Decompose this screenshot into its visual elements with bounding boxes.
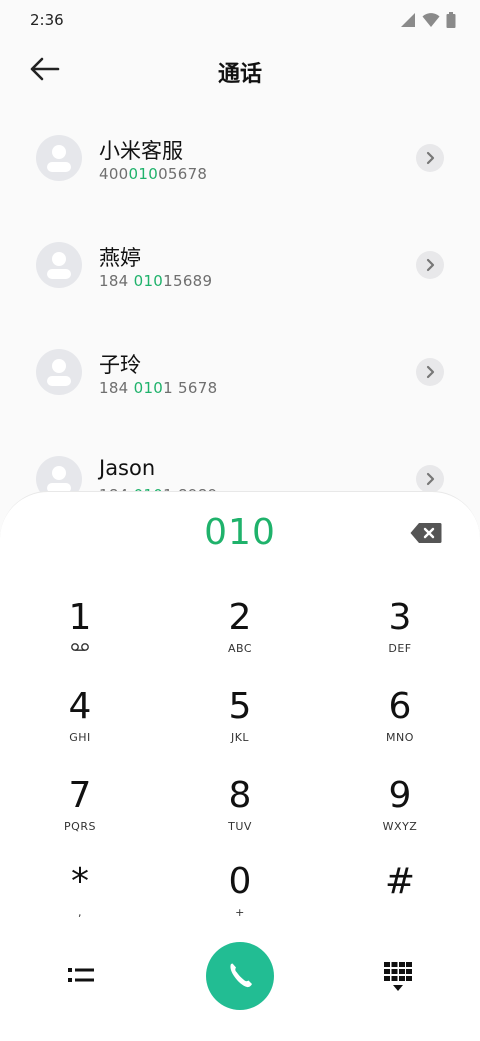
chevron-right-icon	[426, 258, 435, 272]
chevron-right-icon	[426, 151, 435, 165]
key-0[interactable]: 0 +	[180, 862, 300, 942]
wifi-icon	[422, 13, 440, 27]
call-button[interactable]	[206, 942, 274, 1010]
key-digit: 8	[228, 775, 252, 816]
status-time: 2:36	[30, 11, 64, 29]
call-log-button[interactable]	[66, 964, 96, 988]
contact-row[interactable]: 燕婷 184 01015689	[0, 212, 480, 319]
backspace-button[interactable]	[410, 522, 442, 544]
voicemail-icon	[20, 642, 140, 655]
key-3[interactable]: 3 DEF	[340, 598, 460, 678]
key-letters: MNO	[386, 731, 414, 744]
dialpad-actions	[0, 942, 480, 1022]
key-6[interactable]: 6 MNO	[340, 687, 460, 767]
contact-name: 子玲	[99, 353, 141, 377]
dialpad-icon	[384, 962, 412, 991]
key-letters: ABC	[227, 642, 253, 655]
dialed-number: 010	[204, 512, 276, 553]
avatar	[36, 135, 82, 181]
key-letters: JKL	[230, 731, 250, 744]
contact-name: 燕婷	[99, 246, 141, 270]
key-digit: 5	[228, 686, 252, 727]
status-icons	[400, 12, 456, 28]
key-digit: 6	[388, 686, 412, 727]
contact-detail-button[interactable]	[416, 465, 444, 493]
contact-list: 小米客服 40001005678 燕婷 184 01015689 子玲 184 …	[0, 105, 480, 533]
key-hash[interactable]: #	[340, 862, 460, 942]
contact-row[interactable]: 小米客服 40001005678	[0, 105, 480, 212]
contact-number: 184 0101 5678	[99, 379, 218, 397]
top-bar: 通话	[0, 44, 480, 96]
contact-detail-button[interactable]	[416, 358, 444, 386]
key-letters: DEF	[388, 642, 412, 655]
chevron-right-icon	[426, 472, 435, 486]
toggle-dialpad-button[interactable]	[384, 962, 412, 992]
key-7[interactable]: 7 PQRS	[20, 776, 140, 856]
key-5[interactable]: 5 JKL	[180, 687, 300, 767]
phone-icon	[230, 963, 252, 988]
key-digit: 1	[68, 597, 92, 638]
key-letters: WXYZ	[382, 820, 418, 833]
key-digit: 3	[388, 597, 412, 638]
key-digit: 4	[68, 686, 92, 727]
avatar	[36, 349, 82, 395]
key-8[interactable]: 8 TUV	[180, 776, 300, 856]
contact-number: 40001005678	[99, 165, 208, 183]
page-title: 通话	[217, 62, 262, 87]
contact-row[interactable]: 子玲 184 0101 5678	[0, 319, 480, 426]
key-digit: 9	[388, 775, 412, 816]
key-1[interactable]: 1	[20, 598, 140, 678]
key-4[interactable]: 4 GHI	[20, 687, 140, 767]
contact-name: Jason	[99, 456, 156, 480]
contact-detail-button[interactable]	[416, 144, 444, 172]
key-digit: *	[71, 861, 89, 902]
key-star[interactable]: * ,	[20, 862, 140, 942]
key-digit: 0	[228, 861, 252, 902]
key-2[interactable]: 2 ABC	[180, 598, 300, 678]
dialpad-sheet: 010 1 2 ABC 3 DEF 4 GHI 5 JKL 6 MNO 7 PQ…	[0, 491, 480, 1041]
key-letters: GHI	[69, 731, 91, 744]
key-letters: +	[235, 906, 245, 919]
signal-icon	[401, 13, 415, 27]
list-icon	[68, 968, 94, 982]
key-letters: PQRS	[64, 820, 96, 833]
key-letters: ,	[78, 906, 82, 919]
contact-detail-button[interactable]	[416, 251, 444, 279]
backspace-icon	[410, 523, 442, 543]
key-digit: #	[384, 861, 416, 902]
contact-number: 184 01015689	[99, 272, 213, 290]
key-letters: TUV	[228, 820, 252, 833]
key-9[interactable]: 9 WXYZ	[340, 776, 460, 856]
avatar	[36, 242, 82, 288]
status-bar: 2:36	[0, 0, 480, 40]
chevron-right-icon	[426, 365, 435, 379]
contact-name: 小米客服	[99, 139, 183, 163]
key-digit: 7	[68, 775, 92, 816]
battery-icon	[446, 12, 456, 28]
key-digit: 2	[228, 597, 252, 638]
